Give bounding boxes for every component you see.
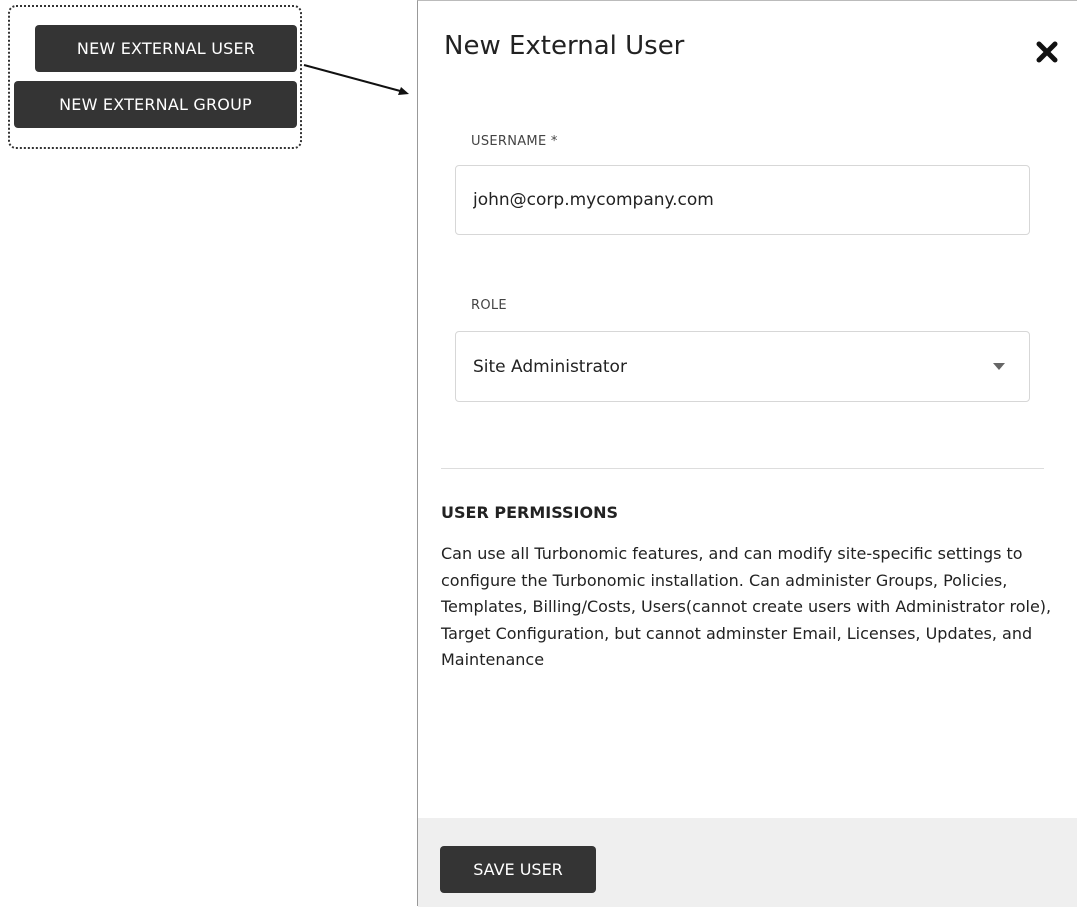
- permissions-heading: USER PERMISSIONS: [441, 503, 618, 522]
- permissions-description: Can use all Turbonomic features, and can…: [441, 544, 1052, 669]
- section-divider: [441, 468, 1044, 469]
- dialog-footer: SAVE USER: [418, 818, 1077, 907]
- role-label: ROLE: [471, 298, 507, 313]
- role-select[interactable]: Site Administrator: [455, 331, 1030, 402]
- new-external-user-dialog: New External User USERNAME * ROLE Site A…: [417, 0, 1077, 907]
- role-select-value: Site Administrator: [473, 357, 627, 377]
- new-external-user-button[interactable]: NEW EXTERNAL USER: [35, 25, 297, 72]
- save-user-button[interactable]: SAVE USER: [440, 846, 596, 893]
- dialog-title: New External User: [444, 31, 685, 61]
- callout-arrow: [303, 64, 409, 95]
- chevron-down-icon: [993, 363, 1005, 370]
- username-label: USERNAME *: [471, 134, 558, 149]
- close-icon: [1036, 41, 1058, 63]
- username-input[interactable]: [455, 165, 1030, 235]
- new-external-group-button[interactable]: NEW EXTERNAL GROUP: [14, 81, 297, 128]
- close-button[interactable]: [1034, 39, 1060, 65]
